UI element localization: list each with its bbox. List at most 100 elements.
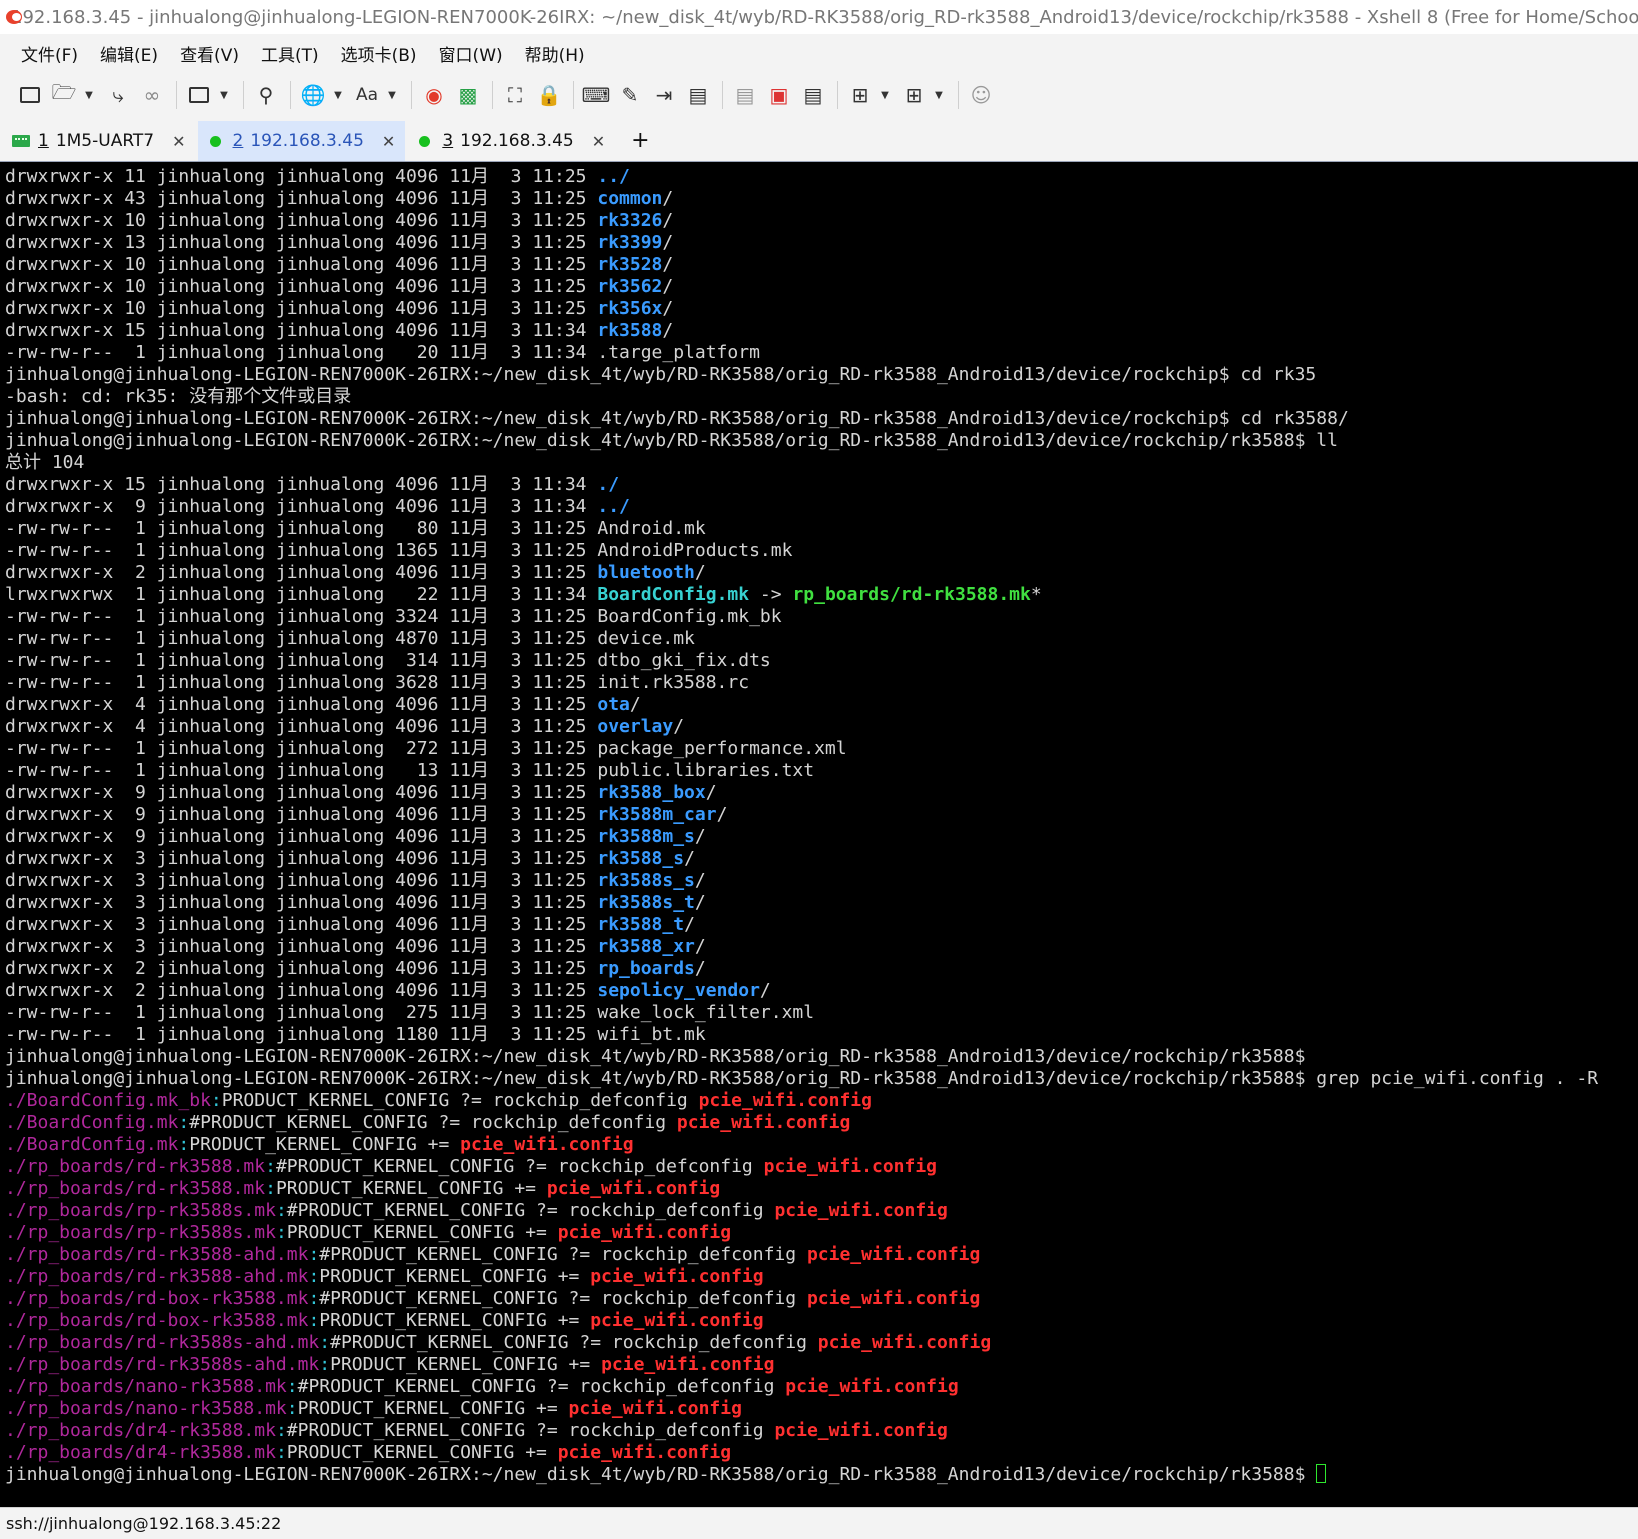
menu-edit[interactable]: 编辑(E) [89,41,169,66]
fullscreen-icon[interactable]: ⛶ [499,79,531,111]
xftp-icon[interactable]: ▩ [452,79,484,111]
directory-name: rk3588m_car [597,804,717,825]
grep-file-path: ./rp_boards/rd-box-rk3588.mk [5,1310,309,1331]
terminal-cursor [1316,1464,1327,1483]
record-icon[interactable]: ▣ [763,79,795,111]
terminal-text: drwxrwxr-x 15 jinhualong jinhualong 4096… [5,474,598,495]
terminal-text: / [684,914,695,935]
menu-tools[interactable]: 工具(T) [250,41,330,66]
chevron-down-icon[interactable]: ▼ [878,79,892,111]
terminal-text: drwxrwxr-x 10 jinhualong jinhualong 4096… [5,210,598,231]
open-folder-icon[interactable]: 🗁 [48,79,80,111]
terminal-line: ./BoardConfig.mk_bk:PRODUCT_KERNEL_CONFI… [5,1090,1598,1112]
terminal-text: jinhualong@jinhualong-LEGION-REN7000K-26… [5,1046,1306,1067]
directory-name: rk3588s_t [597,892,695,913]
close-icon[interactable]: ✕ [382,132,395,151]
new-session-icon[interactable] [14,79,46,111]
add-tab-icon[interactable]: ⊞ [844,79,876,111]
menu-window[interactable]: 窗口(W) [428,41,514,66]
tab-session-1[interactable]: 1 1M5-UART7 ✕ [0,121,196,161]
terminal-line: drwxrwxr-x 15 jinhualong jinhualong 4096… [5,320,1598,342]
globe-icon[interactable]: 🌐 [297,79,329,111]
terminal-text: PRODUCT_KERNEL_CONFIG ?= rockchip_defcon… [221,1090,699,1111]
grep-match: pcie_wifi.config [698,1090,872,1111]
chevron-down-icon[interactable]: ▼ [331,79,345,111]
close-icon[interactable]: ✕ [592,132,605,151]
terminal-text: rp_boards/rd-rk3588.mk [792,584,1031,605]
menu-view[interactable]: 查看(V) [169,41,250,66]
search-icon[interactable]: ⚲ [250,79,282,111]
tab-session-2[interactable]: 2 192.168.3.45 ✕ [197,121,406,161]
log-icon[interactable]: ▤ [729,79,761,111]
menu-file[interactable]: 文件(F) [10,41,89,66]
toolbar-divider [837,81,838,109]
toolbar-divider [290,81,291,109]
layout-icon[interactable]: ⊞ [898,79,930,111]
terminal-text: : [308,1310,320,1331]
terminal-text: / [716,804,728,825]
grep-file-path: ./rp_boards/dr4-rk3588.mk [5,1442,276,1463]
connected-status-icon [209,135,221,147]
terminal-line: drwxrwxr-x 13 jinhualong jinhualong 4096… [5,232,1598,254]
tab-session-3[interactable]: 3 192.168.3.45 ✕ [407,121,615,161]
transfer-icon[interactable]: ⇥ [648,79,680,111]
chevron-down-icon[interactable]: ▼ [932,79,946,111]
close-icon[interactable]: ✕ [172,132,185,151]
tab-number: 2 [232,131,244,151]
chevron-down-icon[interactable]: ▼ [385,79,399,111]
terminal-text: -rw-rw-r-- 1 jinhualong jinhualong 1180 … [5,1024,706,1045]
terminal-line: 总计 104 [5,452,1598,474]
grep-match: pcie_wifi.config [676,1112,851,1133]
grep-file-path: ./rp_boards/dr4-rk3588.mk [5,1420,276,1441]
grep-match: pcie_wifi.config [590,1266,764,1287]
directory-name: rk356x [597,298,663,319]
font-icon[interactable]: Aa [351,79,383,111]
toolbar-divider [176,81,177,109]
menu-tab[interactable]: 选项卡(B) [330,41,428,66]
add-tab-icon[interactable]: + [631,128,649,153]
grep-file-path: ./rp_boards/rp-rk3588s.mk [5,1200,276,1221]
lock-icon[interactable]: 🔒 [533,79,565,111]
terminal-line: -rw-rw-r-- 1 jinhualong jinhualong 314 1… [5,650,1598,672]
terminal-text: : [265,1156,276,1177]
terminal-text: / [629,694,641,715]
chevron-down-icon[interactable]: ▼ [217,79,231,111]
directory-name: rk3588 [597,320,663,341]
reconnect-icon[interactable]: ⤷ [102,79,134,111]
grep-file-path: ./BoardConfig.mk [5,1134,179,1155]
terminal-line: -rw-rw-r-- 1 jinhualong jinhualong 3324 … [5,606,1598,628]
terminal-text: / [694,958,706,979]
chevron-down-icon[interactable]: ▼ [82,79,96,111]
toolbar-divider [243,81,244,109]
notes-icon[interactable]: ▤ [797,79,829,111]
menu-help[interactable]: 帮助(H) [514,41,596,66]
terminal-text: -rw-rw-r-- 1 jinhualong jinhualong 80 11… [5,518,706,539]
terminal-line: -rw-rw-r-- 1 jinhualong jinhualong 20 11… [5,342,1598,364]
terminal-text: -> [749,584,793,605]
terminal-text: : [286,1376,298,1397]
directory-name: rk3588m_s [597,826,695,847]
grep-file-path: ./rp_boards/rd-rk3588s-ahd.mk [5,1332,320,1353]
disconnect-icon[interactable]: ∞ [136,79,168,111]
chat-icon[interactable]: ☺ [965,79,997,111]
new-window-icon[interactable] [183,79,215,111]
terminal-output[interactable]: drwxrwxr-x 11 jinhualong jinhualong 4096… [0,162,1638,1507]
script-icon[interactable]: ▤ [682,79,714,111]
terminal-line: -rw-rw-r-- 1 jinhualong jinhualong 1365 … [5,540,1598,562]
terminal-text: drwxrwxr-x 10 jinhualong jinhualong 4096… [5,276,598,297]
xshell-icon[interactable]: ◉ [418,79,450,111]
terminal-text: * [1030,584,1042,605]
terminal-line: ./rp_boards/rd-rk3588-ahd.mk:PRODUCT_KER… [5,1266,1598,1288]
terminal-text: PRODUCT_KERNEL_CONFIG += [189,1134,461,1155]
terminal-text: -rw-rw-r-- 1 jinhualong jinhualong 272 1… [5,738,847,759]
keyboard-icon[interactable]: ⌨ [580,79,612,111]
terminal-line: drwxrwxr-x 9 jinhualong jinhualong 4096 … [5,804,1598,826]
terminal-line: jinhualong@jinhualong-LEGION-REN7000K-26… [5,364,1598,386]
grep-match: pcie_wifi.config [774,1420,948,1441]
terminal-text: -rw-rw-r-- 1 jinhualong jinhualong 275 1… [5,1002,815,1023]
compose-icon[interactable]: ✎ [614,79,646,111]
grep-file-path: ./rp_boards/nano-rk3588.mk [5,1398,287,1419]
terminal-line: ./rp_boards/rd-box-rk3588.mk:#PRODUCT_KE… [5,1288,1598,1310]
terminal-text: #PRODUCT_KERNEL_CONFIG ?= rockchip_defco… [330,1332,818,1353]
directory-name: rk3528 [597,254,663,275]
